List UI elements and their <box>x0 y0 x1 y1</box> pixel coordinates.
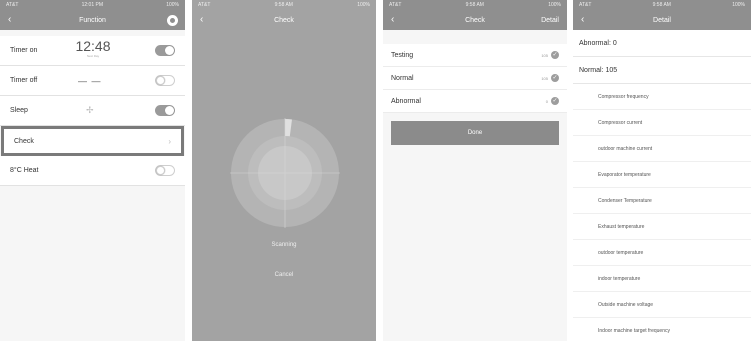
list-item: indoor temperature <box>573 266 751 292</box>
page-title: Check <box>465 16 485 24</box>
time: 9:58 AM <box>465 2 484 8</box>
list-item: Testing 105 ✓ <box>383 44 567 67</box>
battery: 100% <box>732 2 745 8</box>
timer-off-value: — — <box>78 75 102 86</box>
check-label: Check <box>14 137 34 145</box>
status-bar: AT&T 12:01 PM 100% <box>0 0 185 10</box>
header: AT&T 9:58 AM 100% ‹ Check Detail <box>383 0 567 30</box>
testing-label: Testing <box>391 51 414 59</box>
detail-screen: AT&T 9:58 AM 100% ‹ Detail Abnormal: 0 N… <box>573 0 751 341</box>
heat-label: 8°C Heat <box>10 167 39 174</box>
function-screen: AT&T 12:01 PM 100% ‹ Function Timer on 1… <box>0 0 185 341</box>
nav-bar: ‹ Detail <box>573 10 751 30</box>
list-item: outdoor temperature <box>573 240 751 266</box>
abnormal-summary: Abnormal: 0 <box>573 30 751 57</box>
time: 9:58 AM <box>652 2 671 8</box>
timer-off-toggle[interactable] <box>155 75 175 86</box>
header: AT&T 12:01 PM 100% ‹ Function <box>0 0 185 30</box>
list-item: Indoor machine target frequency <box>573 318 751 341</box>
abnormal-count: 0 <box>545 98 548 104</box>
header: AT&T 9:58 AM 100% ‹ Detail <box>573 0 751 30</box>
battery: 100% <box>548 2 561 8</box>
back-icon[interactable]: ‹ <box>391 15 394 25</box>
carrier: AT&T <box>389 2 402 8</box>
list-item: Evaporator temperature <box>573 162 751 188</box>
timer-on-row[interactable]: Timer on 12:48 Next Day <box>0 36 185 66</box>
battery: 100% <box>357 2 370 8</box>
battery: 100% <box>166 2 179 8</box>
nav-bar: ‹ Check Detail <box>383 10 567 30</box>
list-item: Condenser Temperature <box>573 188 751 214</box>
check-result-screen: AT&T 9:58 AM 100% ‹ Check Detail Testing… <box>383 0 567 341</box>
detail-button[interactable]: Detail <box>541 17 559 24</box>
list-item: Abnormal 0 ✓ <box>383 90 567 113</box>
page-title: Detail <box>653 16 671 24</box>
check-circle-icon: ✓ <box>551 97 559 105</box>
normal-label: Normal <box>391 74 414 82</box>
carrier: AT&T <box>579 2 592 8</box>
check-row[interactable]: Check › <box>1 126 184 156</box>
sleep-row[interactable]: Sleep ✢ <box>0 96 185 126</box>
scan-radar <box>230 118 340 228</box>
timer-on-toggle[interactable] <box>155 45 175 56</box>
heat-toggle[interactable] <box>155 165 175 176</box>
page-title: Function <box>79 16 106 24</box>
back-icon[interactable]: ‹ <box>8 15 11 25</box>
chevron-right-icon: › <box>168 136 171 146</box>
done-button[interactable]: Done <box>391 121 559 145</box>
status-bar: AT&T 9:58 AM 100% <box>573 0 751 10</box>
list-item: Compressor frequency <box>573 84 751 110</box>
list-item: Exhaust temperature <box>573 214 751 240</box>
check-scan-screen: AT&T 9:58 AM 100% ‹ Check Scanning Cance… <box>192 0 376 341</box>
normal-summary: Normal: 105 <box>573 57 751 84</box>
status-bar: AT&T 9:58 AM 100% <box>383 0 567 10</box>
list-item: outdoor machine current <box>573 136 751 162</box>
timer-off-row[interactable]: Timer off — — <box>0 66 185 96</box>
scanning-label: Scanning <box>271 242 297 248</box>
timer-off-label: Timer off <box>10 77 38 84</box>
gear-icon[interactable] <box>168 15 177 25</box>
sleep-label: Sleep <box>10 107 28 114</box>
timer-on-label: Timer on <box>10 47 38 54</box>
result-list: Testing 105 ✓ Normal 105 ✓ Abnormal 0 ✓ <box>383 44 567 113</box>
carrier: AT&T <box>6 2 19 8</box>
heat-row[interactable]: 8°C Heat <box>0 156 185 186</box>
nav-bar: ‹ Check <box>192 10 376 30</box>
check-circle-icon: ✓ <box>551 51 559 59</box>
timer-on-value: 12:48 <box>75 38 111 54</box>
sleep-icon: ✢ <box>86 105 94 115</box>
sleep-toggle[interactable] <box>155 105 175 116</box>
abnormal-label: Abnormal <box>391 97 421 105</box>
list-item: Outside machine voltage <box>573 292 751 318</box>
back-icon[interactable]: ‹ <box>200 15 203 25</box>
time: 9:58 AM <box>274 2 293 8</box>
status-bar: AT&T 9:58 AM 100% <box>192 0 376 10</box>
carrier: AT&T <box>198 2 211 8</box>
timer-on-sub: Next Day <box>86 54 100 58</box>
testing-count: 105 <box>541 52 548 58</box>
normal-count: 105 <box>541 75 548 81</box>
nav-bar: ‹ Function <box>0 10 185 30</box>
page-title: Check <box>274 16 294 24</box>
back-icon[interactable]: ‹ <box>581 15 584 25</box>
check-circle-icon: ✓ <box>551 74 559 82</box>
list-item: Compressor current <box>573 110 751 136</box>
list-item: Normal 105 ✓ <box>383 67 567 90</box>
cancel-button[interactable]: Cancel <box>192 272 376 278</box>
time: 12:01 PM <box>81 2 104 8</box>
